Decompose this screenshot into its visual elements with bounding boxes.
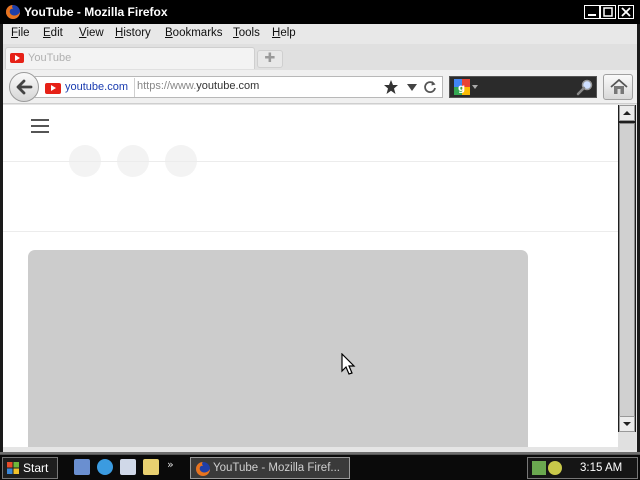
tab-youtube[interactable]: YouTube — [5, 47, 255, 69]
url-host: youtube.com — [196, 80, 260, 92]
window-resize-grip[interactable] — [618, 432, 636, 450]
video-thumbnail-placeholder[interactable] — [28, 250, 528, 447]
menu-bookmarks[interactable]: Bookmarks — [165, 27, 223, 39]
reload-icon[interactable] — [423, 80, 437, 94]
bookmark-star-icon[interactable] — [383, 79, 399, 95]
menu-view[interactable]: View — [79, 27, 104, 39]
window-titlebar[interactable]: YouTube - Mozilla Firefox — [0, 0, 640, 24]
network-icon[interactable] — [532, 461, 546, 475]
url-bar[interactable]: youtube.com https://www.youtube.com — [35, 76, 443, 98]
new-tab-button[interactable]: ✚ — [257, 50, 283, 68]
internet-explorer-icon[interactable] — [97, 459, 113, 475]
volume-icon[interactable] — [548, 461, 562, 475]
scroll-thumb[interactable] — [619, 123, 635, 417]
system-tray: 3:15 AM — [527, 457, 638, 479]
site-identity-button[interactable]: youtube.com — [41, 78, 135, 97]
menu-file[interactable]: File — [11, 27, 30, 39]
outlook-express-icon[interactable] — [120, 459, 136, 475]
navigation-toolbar: youtube.com https://www.youtube.com g — [3, 70, 637, 104]
menu-line — [31, 125, 49, 127]
show-desktop-icon[interactable] — [74, 459, 90, 475]
url-prefix: https://www. — [137, 80, 197, 92]
google-icon[interactable]: g — [454, 79, 470, 95]
identity-domain: youtube.com — [65, 81, 128, 93]
menu-line — [31, 119, 49, 121]
youtube-favicon-icon — [45, 83, 61, 94]
page-content[interactable] — [3, 105, 618, 447]
menu-bar: File Edit View History Bookmarks Tools H… — [3, 24, 637, 44]
tab-label: YouTube — [28, 52, 72, 64]
maximize-icon — [603, 7, 613, 17]
search-engine-dropdown-icon[interactable] — [472, 85, 478, 89]
maximize-button[interactable] — [600, 5, 616, 19]
start-button[interactable]: Start — [2, 457, 58, 479]
search-icon[interactable] — [576, 79, 594, 97]
taskbar-button-firefox[interactable]: YouTube - Mozilla Firef... — [190, 457, 350, 479]
taskbar: Start » YouTube - Mozilla Firef... 3:15 … — [0, 454, 640, 480]
search-folder-icon[interactable] — [143, 459, 159, 475]
menu-history[interactable]: History — [115, 27, 151, 39]
menu-line — [31, 131, 49, 133]
firefox-icon — [196, 462, 210, 476]
guide-menu-button[interactable] — [31, 117, 49, 133]
start-label: Start — [23, 461, 49, 475]
menu-tools[interactable]: Tools — [233, 27, 260, 39]
scroll-down-button[interactable] — [619, 416, 635, 432]
window-title: YouTube - Mozilla Firefox — [24, 5, 168, 19]
plus-icon: ✚ — [264, 51, 276, 66]
menu-help[interactable]: Help — [272, 27, 296, 39]
header-divider — [3, 161, 618, 162]
back-arrow-icon — [16, 79, 33, 95]
youtube-favicon-icon — [10, 53, 24, 63]
quick-launch-more-icon[interactable]: » — [167, 458, 174, 471]
history-dropdown-icon[interactable] — [407, 84, 417, 92]
vertical-scrollbar[interactable] — [618, 105, 636, 432]
close-button[interactable] — [618, 5, 634, 19]
minimize-icon — [588, 14, 596, 16]
url-text[interactable]: https://www.youtube.com — [137, 80, 259, 92]
section-divider — [3, 231, 618, 232]
home-button[interactable] — [603, 74, 633, 100]
menu-edit[interactable]: Edit — [43, 27, 63, 39]
home-icon — [610, 79, 628, 94]
close-icon — [621, 7, 631, 17]
minimize-button[interactable] — [584, 5, 600, 19]
mouse-cursor-icon — [341, 353, 356, 375]
back-button[interactable] — [9, 72, 39, 102]
scroll-up-button[interactable] — [619, 105, 635, 121]
firefox-icon — [6, 5, 20, 19]
windows-logo-icon — [7, 462, 19, 474]
clock[interactable]: 3:15 AM — [580, 462, 622, 474]
search-bar[interactable]: g — [449, 76, 597, 98]
svg-text:g: g — [458, 83, 465, 94]
taskbar-button-label: YouTube - Mozilla Firef... — [213, 462, 340, 474]
tab-strip: YouTube ✚ — [3, 44, 637, 70]
